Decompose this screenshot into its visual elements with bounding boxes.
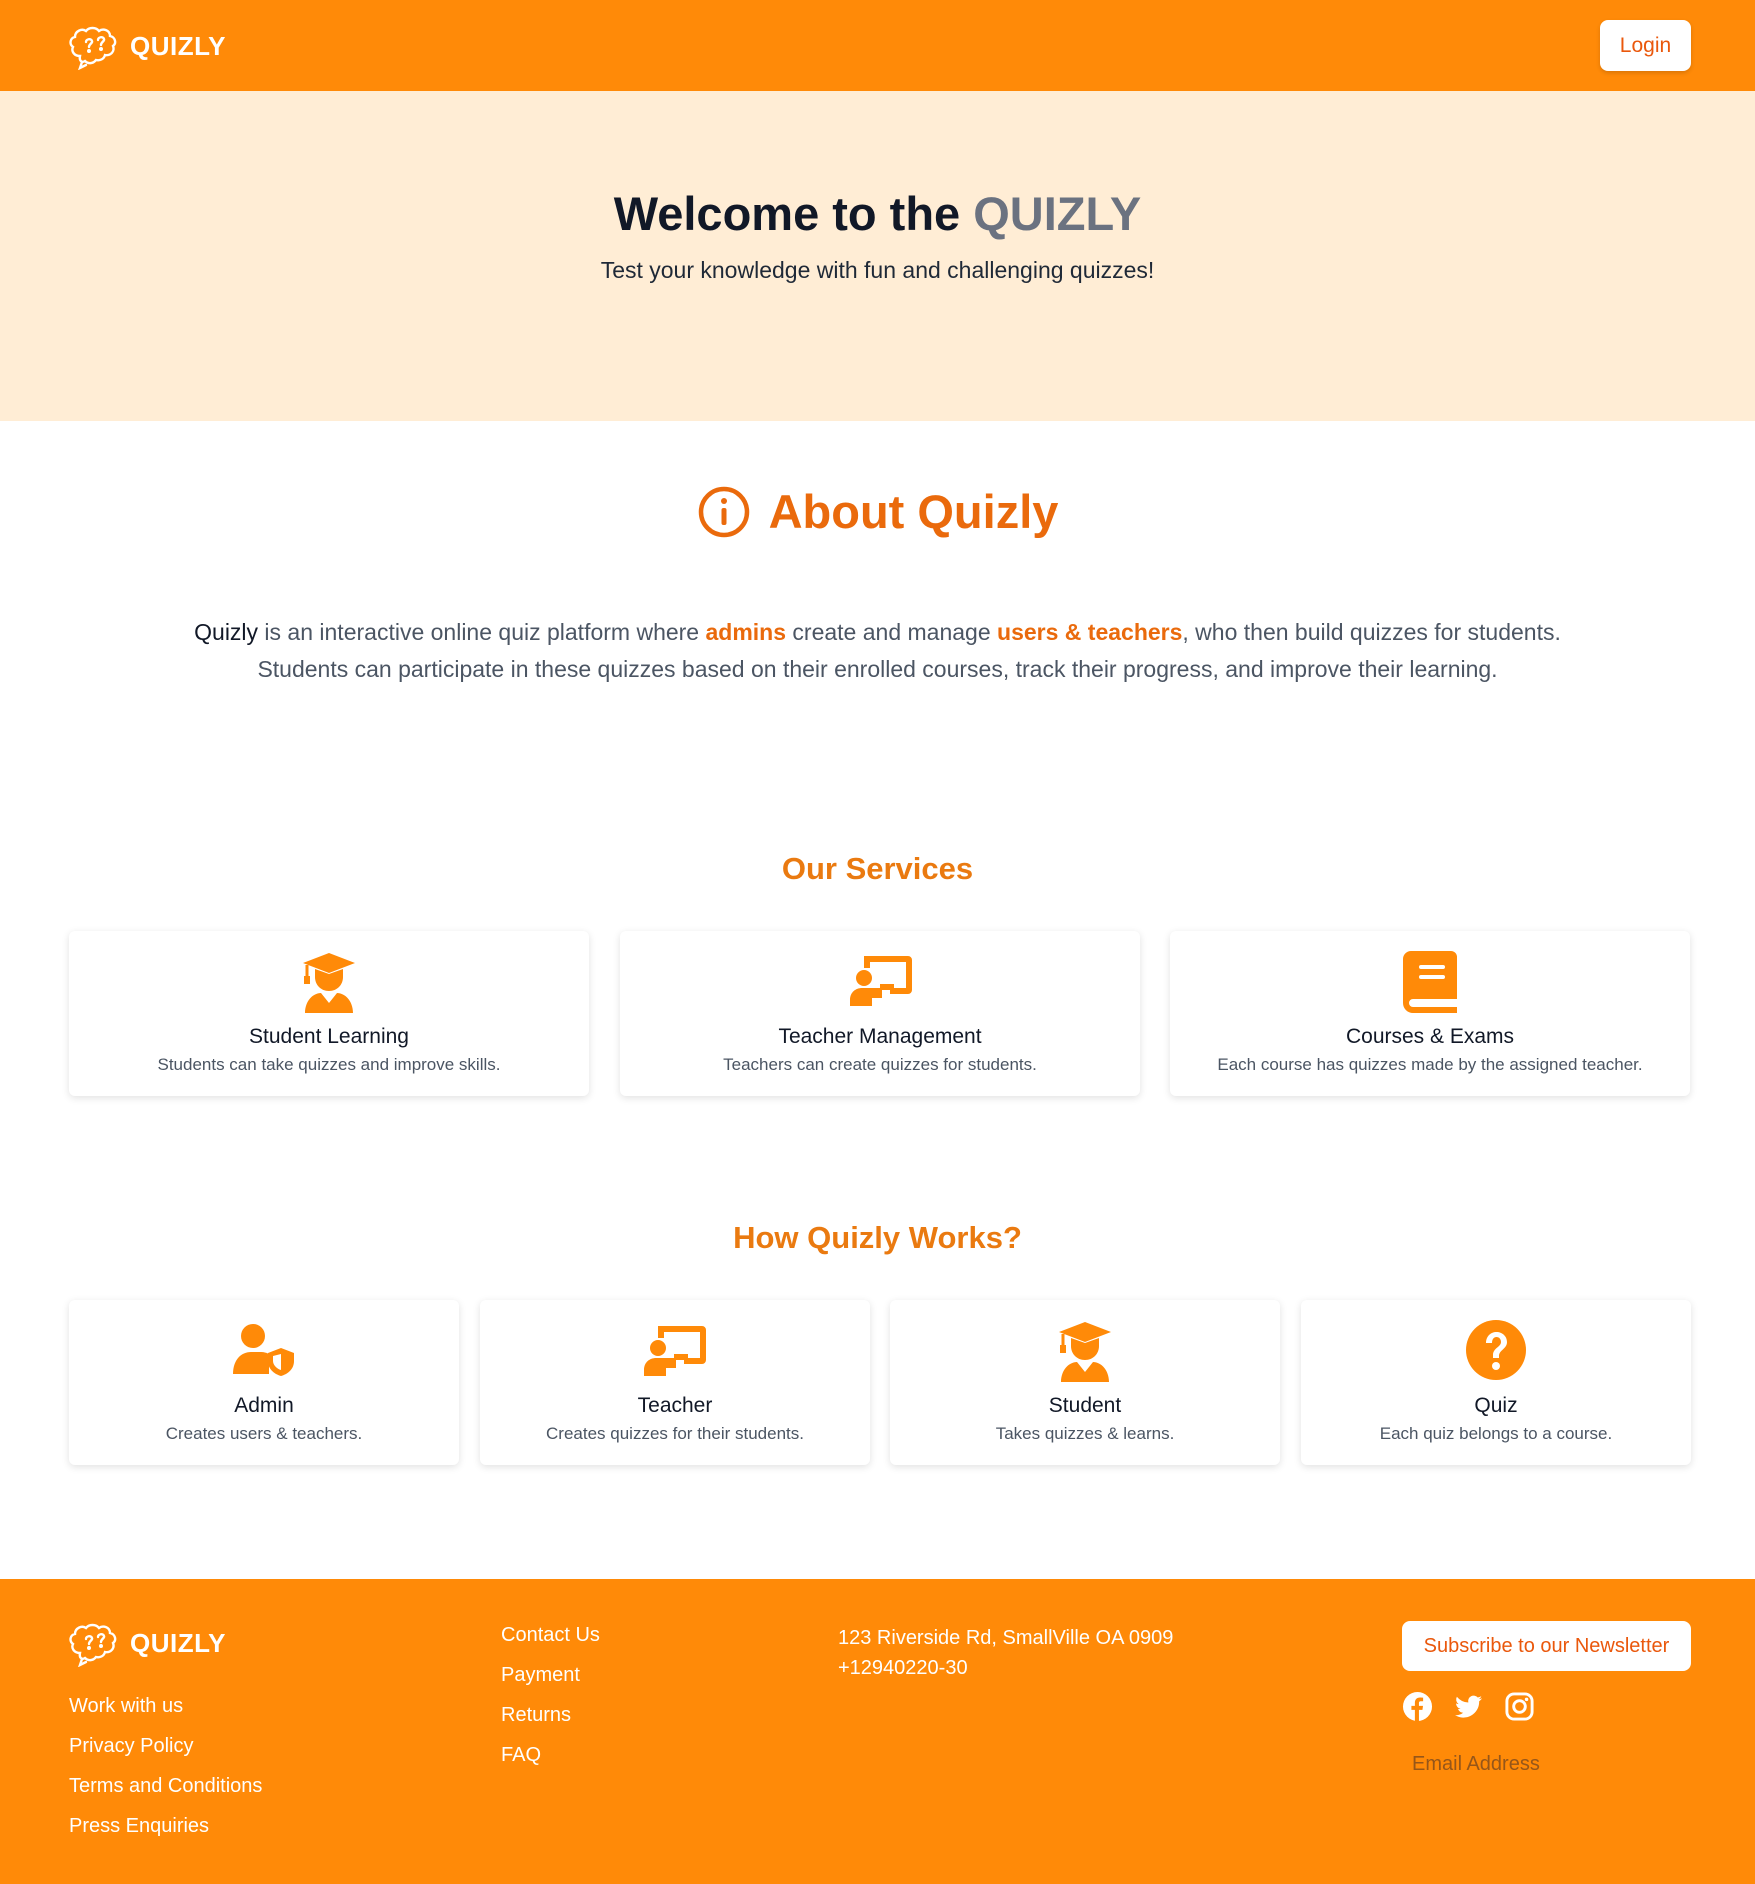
footer-phone: +12940220-30: [838, 1657, 968, 1679]
footer-link-press[interactable]: Press Enquiries: [69, 1813, 262, 1839]
facebook-icon[interactable]: [1402, 1691, 1433, 1722]
card-description: Teachers can create quizzes for students…: [723, 1055, 1037, 1074]
service-card-courses-exams[interactable]: Courses & Exams Each course has quizzes …: [1170, 931, 1690, 1096]
card-title: Quiz: [1474, 1394, 1518, 1417]
how-card-teacher[interactable]: Teacher Creates quizzes for their studen…: [480, 1300, 870, 1465]
footer-address: 123 Riverside Rd, SmallVille OA 0909: [838, 1627, 1174, 1649]
teacher-board-icon: [644, 1326, 706, 1376]
footer-link-payment[interactable]: Payment: [501, 1662, 600, 1688]
question-circle-icon: [1466, 1320, 1526, 1380]
card-title: Student: [1048, 1394, 1122, 1417]
about-text-part: create and manage: [786, 619, 998, 645]
footer-contact-info: 123 Riverside Rd, SmallVille OA 0909 +12…: [838, 1623, 1173, 1683]
service-card-student-learning[interactable]: Student Learning Students can take quizz…: [69, 931, 589, 1096]
card-title: Courses & Exams: [1345, 1025, 1515, 1048]
about-heading: About Quizly: [0, 484, 1755, 539]
hero-title-accent: QUIZLY: [973, 187, 1142, 240]
card-title: Admin: [234, 1394, 294, 1417]
card-description: Creates users & teachers.: [165, 1424, 363, 1443]
card-title: Teacher Management: [778, 1025, 982, 1048]
footer-brand-logo[interactable]: QUIZLY: [68, 1619, 226, 1667]
footer-link-privacy-policy[interactable]: Privacy Policy: [69, 1733, 262, 1759]
brain-question-icon: [69, 26, 117, 70]
hero-subtitle: Test your knowledge with fun and challen…: [600, 257, 1155, 283]
footer-link-faq[interactable]: FAQ: [501, 1742, 600, 1768]
hero-title-prefix: Welcome to the: [613, 187, 974, 240]
card-description: Takes quizzes & learns.: [995, 1424, 1175, 1443]
about-title: About Quizly: [768, 485, 1059, 538]
how-card-student[interactable]: Student Takes quizzes & learns.: [890, 1300, 1280, 1465]
service-card-teacher-management[interactable]: Teacher Management Teachers can create q…: [620, 931, 1140, 1096]
card-description: Each quiz belongs to a course.: [1379, 1424, 1613, 1443]
how-heading: How Quizly Works?: [733, 1220, 1022, 1255]
footer-brand-name: QUIZLY: [130, 1627, 226, 1658]
about-paragraph: Quizly is an interactive online quiz pla…: [150, 614, 1605, 688]
brand-name: QUIZLY: [130, 30, 226, 61]
footer-link-work-with-us[interactable]: Work with us: [69, 1693, 262, 1719]
user-shield-icon: [233, 1324, 294, 1376]
card-description: Creates quizzes for their students.: [546, 1424, 804, 1443]
graduate-icon: [1059, 1322, 1111, 1382]
card-title: Teacher: [637, 1394, 713, 1417]
footer-link-terms[interactable]: Terms and Conditions: [69, 1773, 262, 1799]
card-description: Each course has quizzes made by the assi…: [1217, 1055, 1643, 1074]
top-navbar: QUIZLY Login: [0, 0, 1755, 91]
footer-link-contact-us[interactable]: Contact Us: [501, 1622, 600, 1648]
how-card-quiz[interactable]: Quiz Each quiz belongs to a course.: [1301, 1300, 1691, 1465]
footer-link-returns[interactable]: Returns: [501, 1702, 600, 1728]
about-brand: Quizly: [194, 619, 259, 645]
hero-title: Welcome to the QUIZLY: [0, 186, 1755, 241]
hero-section: Welcome to the QUIZLY Test your knowledg…: [0, 91, 1755, 421]
brain-question-icon: [69, 1623, 117, 1667]
how-card-admin[interactable]: Admin Creates users & teachers.: [69, 1300, 459, 1465]
services-heading: Our Services: [781, 851, 974, 886]
login-button[interactable]: Login: [1600, 20, 1691, 71]
card-title: Student Learning: [249, 1025, 409, 1048]
instagram-icon[interactable]: [1504, 1691, 1535, 1722]
info-circle-icon: [698, 486, 749, 537]
footer-links-col2: Contact Us Payment Returns FAQ: [501, 1622, 600, 1768]
book-icon: [1403, 951, 1457, 1013]
footer-links-col1: Work with us Privacy Policy Terms and Co…: [69, 1693, 262, 1839]
about-text-part: is an interactive online quiz platform w…: [258, 619, 706, 645]
card-description: Students can take quizzes and improve sk…: [157, 1055, 501, 1074]
brand-logo[interactable]: QUIZLY: [68, 22, 226, 70]
newsletter-email-input[interactable]: [1402, 1743, 1691, 1785]
teacher-board-icon: [850, 956, 912, 1006]
graduate-icon: [303, 953, 355, 1013]
twitter-icon[interactable]: [1453, 1691, 1484, 1722]
about-admins: admins: [705, 619, 787, 645]
footer: QUIZLY Work with us Privacy Policy Terms…: [0, 1579, 1755, 1884]
subscribe-newsletter-button[interactable]: Subscribe to our Newsletter: [1402, 1621, 1691, 1671]
social-links: [1402, 1691, 1535, 1722]
about-users-teachers: users & teachers: [997, 619, 1183, 645]
